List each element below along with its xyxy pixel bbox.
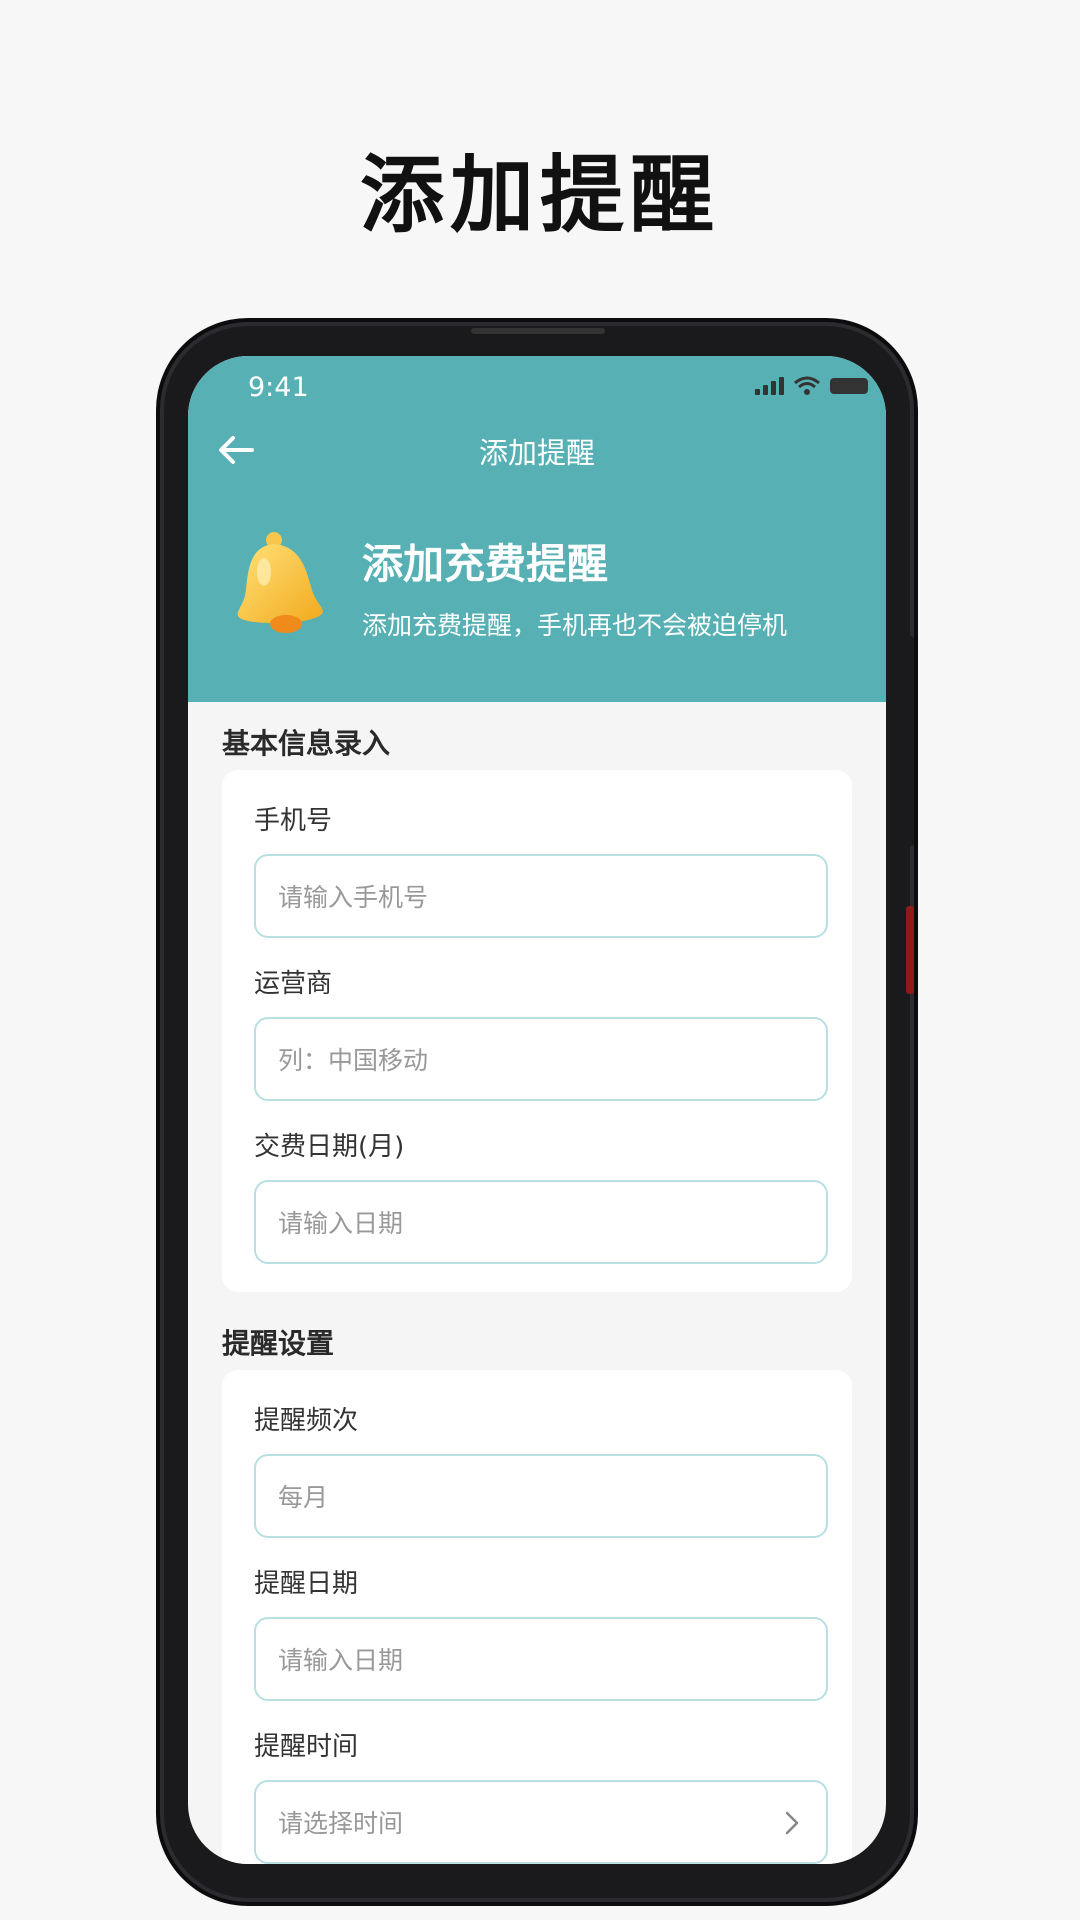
wifi-icon: [794, 376, 820, 395]
bell-icon: [237, 532, 323, 633]
status-icons: [755, 376, 868, 396]
pay-date-input[interactable]: 请输入日期: [254, 1180, 828, 1264]
signal-icon: [755, 377, 784, 395]
banner-subtitle: 添加充费提醒，手机再也不会被迫停机: [362, 611, 788, 640]
section-title-basic: 基本信息录入: [222, 727, 391, 760]
reminder-time-select[interactable]: 请选择时间: [254, 1780, 828, 1864]
banner-title: 添加充费提醒: [362, 540, 608, 588]
reminder-time-placeholder: 请选择时间: [278, 1809, 404, 1838]
app-screen: 9:41 添加提醒 添加充费提醒 添加充费提醒，手机再也不会被迫停机 基本信息录…: [188, 356, 886, 1864]
freq-input[interactable]: 每月: [254, 1454, 828, 1538]
battery-icon: [830, 378, 868, 394]
volume-button: [906, 906, 914, 994]
chevron-right-icon: [785, 1811, 799, 1835]
reminder-date-label: 提醒日期: [254, 1569, 359, 1599]
phone-speaker: [471, 328, 605, 334]
status-time: 9:41: [248, 372, 309, 403]
power-button: [906, 636, 914, 846]
app-header: 9:41 添加提醒 添加充费提醒 添加充费提醒，手机再也不会被迫停机: [188, 356, 886, 702]
phone-label: 手机号: [254, 806, 333, 836]
basic-info-card: 手机号 请输入手机号 运营商 列：中国移动 交费日期(月) 请输入日期: [222, 770, 852, 1292]
pay-date-label: 交费日期(月): [254, 1132, 405, 1162]
reminder-date-input[interactable]: 请输入日期: [254, 1617, 828, 1701]
carrier-label: 运营商: [254, 969, 333, 999]
carrier-input[interactable]: 列：中国移动: [254, 1017, 828, 1101]
promo-title: 添加提醒: [359, 146, 720, 244]
phone-input[interactable]: 请输入手机号: [254, 854, 828, 938]
phone-frame: 9:41 添加提醒 添加充费提醒 添加充费提醒，手机再也不会被迫停机 基本信息录…: [164, 326, 914, 1898]
reminder-time-label: 提醒时间: [254, 1732, 359, 1762]
section-title-reminder: 提醒设置: [222, 1327, 335, 1360]
nav-title: 添加提醒: [478, 436, 595, 470]
reminder-card: 提醒频次 每月 提醒日期 请输入日期 提醒时间 请选择时间: [222, 1370, 852, 1864]
freq-label: 提醒频次: [254, 1406, 359, 1436]
